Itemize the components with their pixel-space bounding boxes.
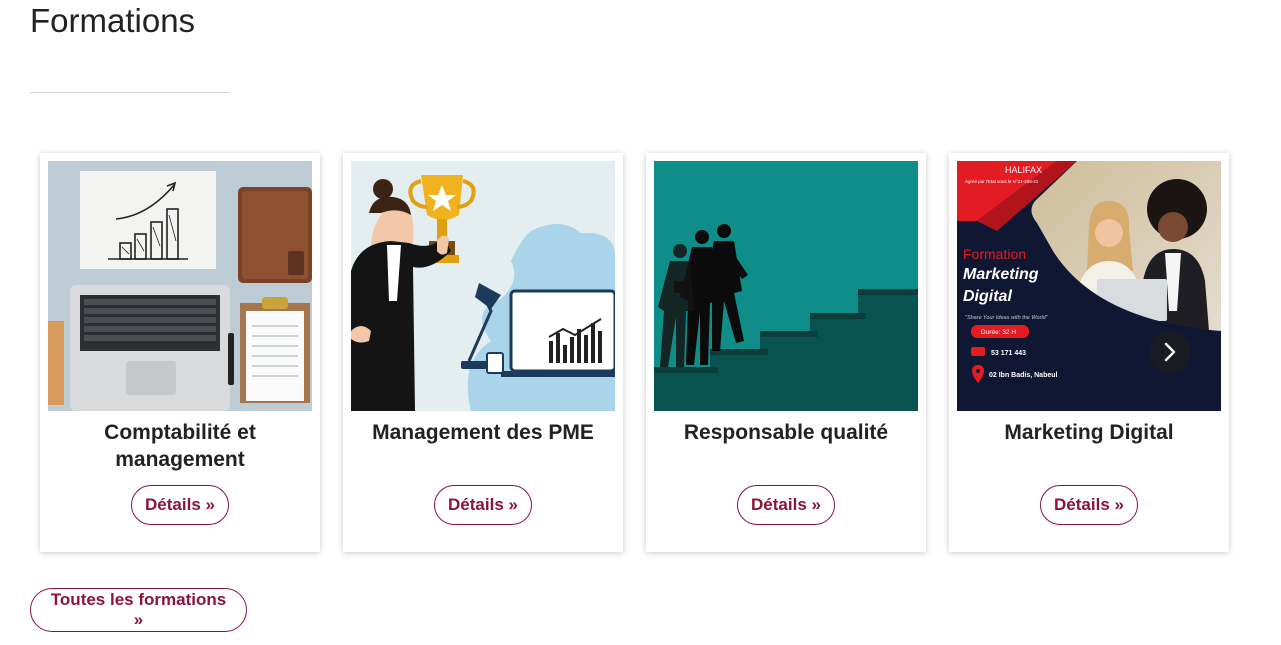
flyer-agreement: Agréé par l'Etat sous le N°21-288-21 — [965, 179, 1039, 184]
next-arrow-button[interactable] — [1149, 331, 1191, 373]
formation-card-comptabilite: Comptabilité et management Détails » — [40, 153, 320, 552]
flyer-address: 02 Ibn Badis, Nabeul — [989, 372, 1058, 379]
card-title: Management des PME — [372, 421, 594, 444]
details-button[interactable]: Détails » — [737, 485, 835, 525]
details-button[interactable]: Détails » — [1040, 485, 1138, 525]
card-image-climbing-steps[interactable] — [654, 161, 918, 411]
title-divider — [30, 92, 230, 93]
formation-card-management-pme: Management des PME Détails » — [343, 153, 623, 552]
chevron-right-icon — [1164, 342, 1176, 362]
formation-card-marketing-digital: HALIFAX Agréé par l'Etat sous le N°21-28… — [949, 153, 1229, 552]
card-image-trophy-woman[interactable] — [351, 161, 615, 411]
flyer-line3: Digital — [963, 288, 1012, 305]
card-title: Comptabilité et management — [104, 421, 256, 471]
all-formations-button[interactable]: Toutes les formations » — [30, 588, 247, 632]
flyer-line2: Marketing — [963, 266, 1039, 283]
flyer-phone: 53 171 443 — [991, 350, 1026, 357]
details-button[interactable]: Détails » — [434, 485, 532, 525]
card-image-laptop-chart[interactable] — [48, 161, 312, 411]
card-image-marketing-flyer[interactable]: HALIFAX Agréé par l'Etat sous le N°21-28… — [957, 161, 1221, 411]
flyer-brand: HALIFAX — [1005, 165, 1042, 175]
flyer-tagline: "Share Your Ideas with the World" — [965, 315, 1049, 321]
page-title: Formations — [30, 2, 196, 39]
card-title: Responsable qualité — [683, 421, 889, 444]
card-title: Marketing Digital — [1004, 421, 1174, 444]
formation-card-responsable-qualite: Responsable qualité Détails » — [646, 153, 926, 552]
phone-icon — [971, 347, 985, 356]
flyer-duration: Durée: 32 H — [981, 329, 1016, 336]
flyer-line1: Formation — [963, 246, 1026, 262]
details-button[interactable]: Détails » — [131, 485, 229, 525]
